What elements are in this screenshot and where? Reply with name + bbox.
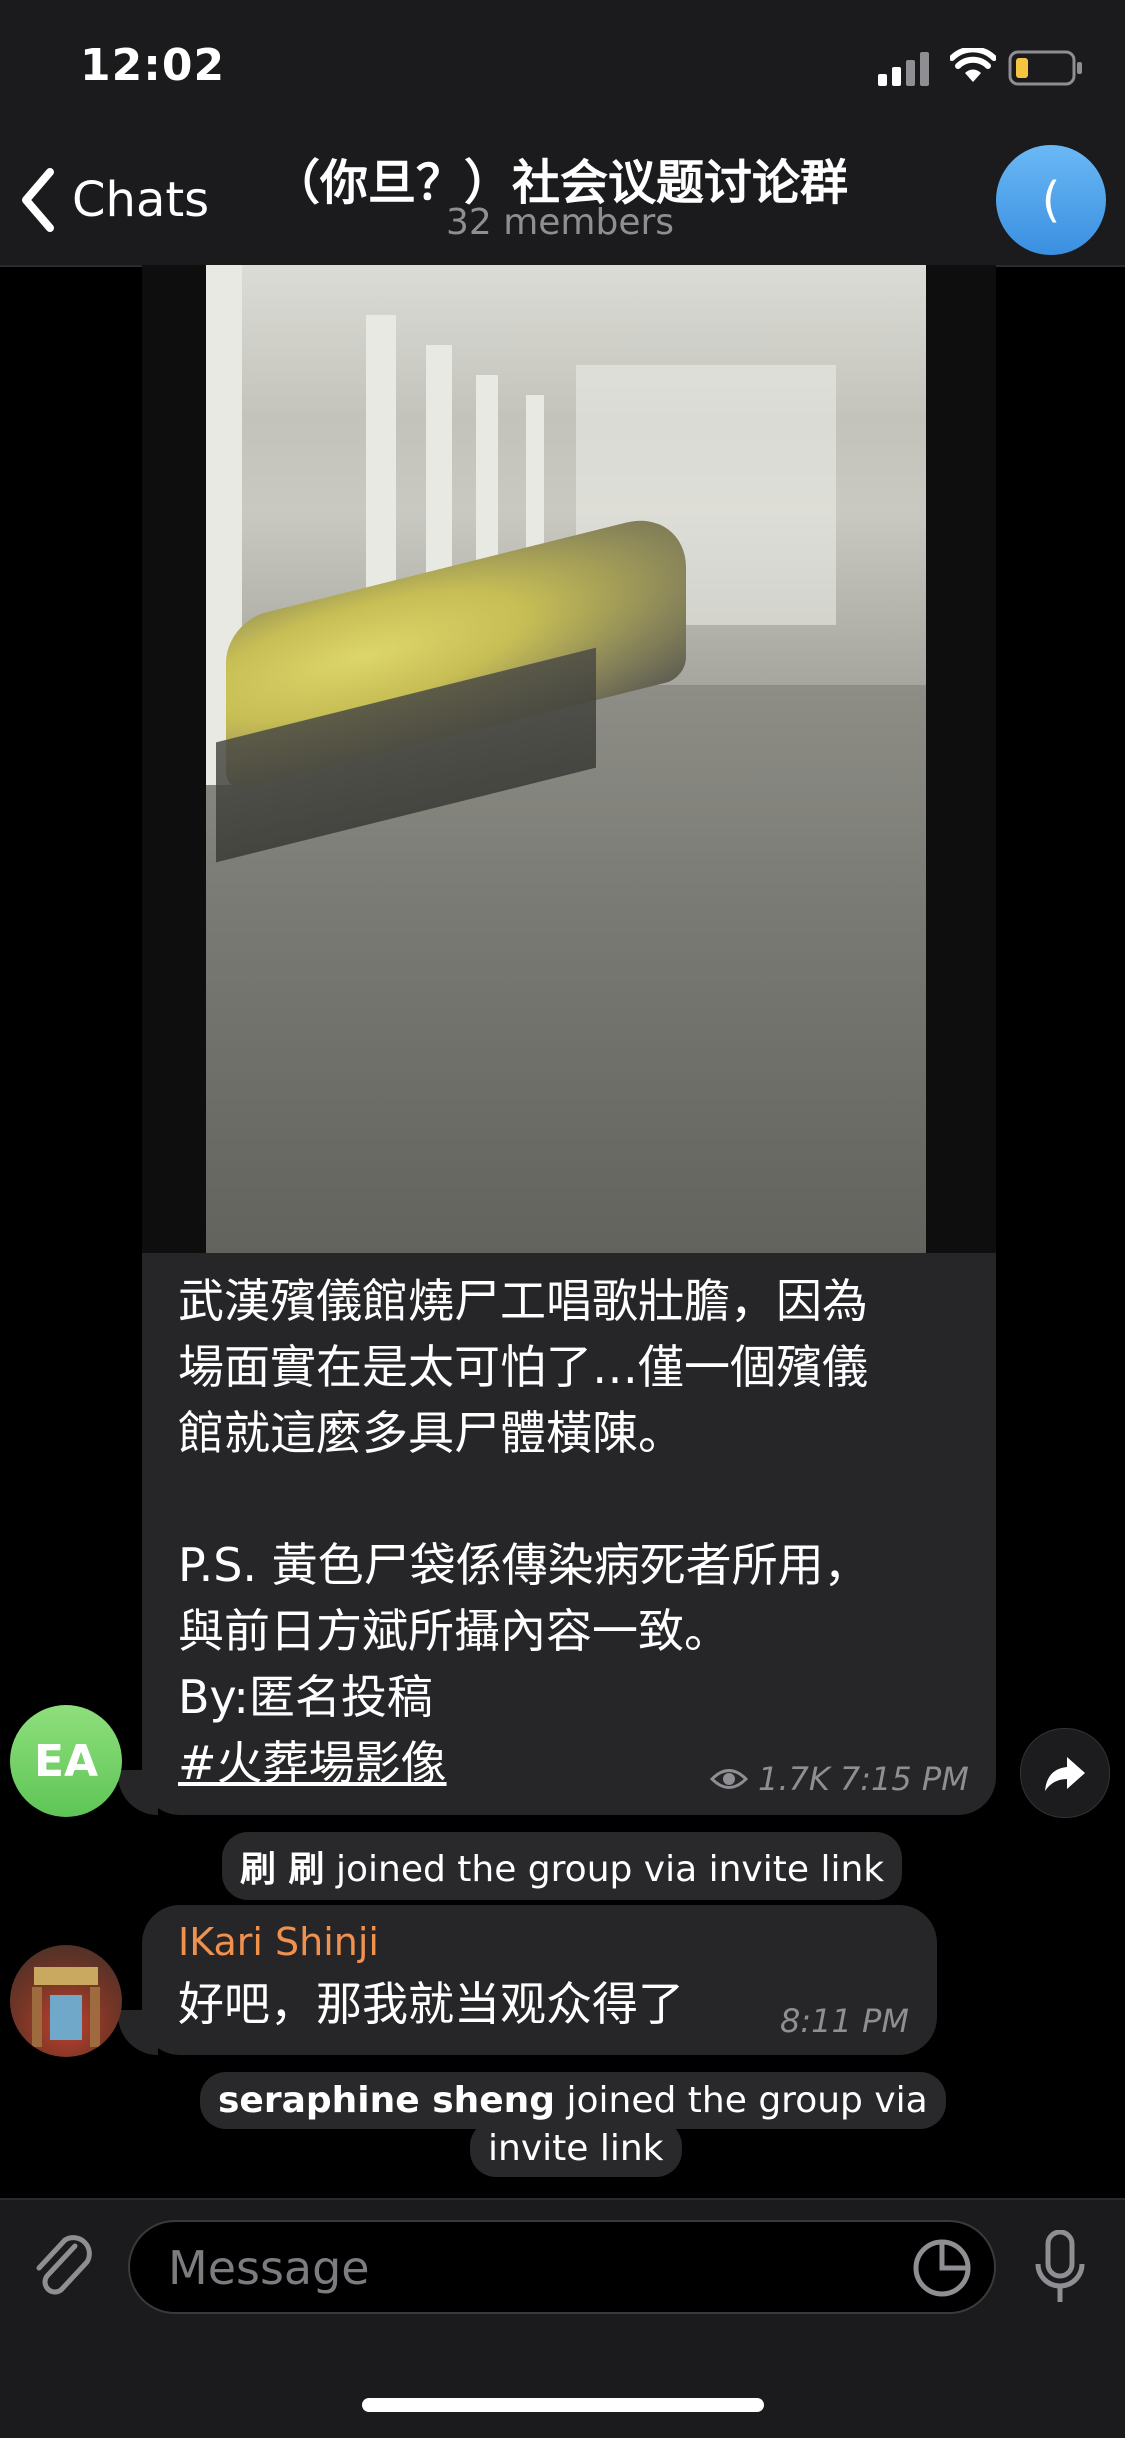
wifi-icon: [950, 48, 996, 82]
eye-icon: [710, 1769, 748, 1789]
paperclip-icon: [36, 2235, 92, 2295]
message-time: 7:15 PM: [839, 1760, 969, 1798]
message-text: 好吧，那我就当观众得了: [178, 1977, 684, 2031]
video-frame: [206, 265, 926, 1253]
sticker-icon[interactable]: [910, 2236, 974, 2300]
attach-button[interactable]: [28, 2232, 98, 2302]
group-avatar[interactable]: (: [996, 145, 1106, 255]
sender-name[interactable]: IKari Shinji: [178, 1920, 379, 1964]
avatar[interactable]: [10, 1945, 122, 2057]
chevron-left-icon: [22, 168, 54, 232]
service-user[interactable]: 刷 刷: [240, 1849, 325, 1890]
service-user[interactable]: seraphine sheng: [218, 2080, 555, 2121]
battery-icon: [1008, 50, 1082, 86]
forward-icon: [1045, 1757, 1085, 1791]
nav-bar: Chats （你旦？）社会议题讨论群 32 members (: [0, 135, 1125, 267]
status-time: 12:02: [80, 40, 226, 91]
message-text: 武漢殯儀館燒尸工唱歌壯膽，因為 場面實在是太可怕了…僅一個殯儀 館就這麼多具尸體…: [178, 1268, 978, 1796]
back-button[interactable]: Chats: [18, 165, 209, 235]
hashtag-link[interactable]: #火葬場影像: [178, 1736, 447, 1790]
message-field[interactable]: [166, 2236, 870, 2300]
share-button[interactable]: [1020, 1728, 1110, 1818]
message-input[interactable]: [128, 2220, 996, 2314]
avatar-initials: EA: [33, 1735, 99, 1787]
service-text: invite link: [488, 2128, 664, 2169]
signal-icon: [878, 52, 929, 86]
home-indicator[interactable]: [362, 2398, 764, 2412]
message-body: 武漢殯儀館燒尸工唱歌壯膽，因為 場面實在是太可怕了…僅一個殯儀 館就這麼多具尸體…: [178, 1274, 870, 1724]
microphone-icon: [1035, 2230, 1085, 2302]
video-thumbnail[interactable]: [142, 265, 996, 1253]
view-count: 1.7K: [758, 1760, 830, 1798]
service-text: joined the group via invite link: [324, 1849, 885, 1890]
service-text: joined the group via: [555, 2080, 928, 2121]
service-message-continued: invite link: [470, 2120, 682, 2177]
back-label: Chats: [72, 172, 210, 228]
status-bar: 12:02: [0, 0, 1125, 135]
message-meta: 1.7K 7:15 PM: [710, 1760, 969, 1798]
mic-button[interactable]: [1025, 2230, 1095, 2306]
service-message: 刷 刷 joined the group via invite link: [222, 1832, 903, 1900]
member-count: 32 members: [445, 202, 675, 243]
group-avatar-letter: (: [1041, 172, 1061, 228]
message-time: 8:11 PM: [780, 2002, 909, 2040]
avatar[interactable]: EA: [10, 1705, 122, 1817]
